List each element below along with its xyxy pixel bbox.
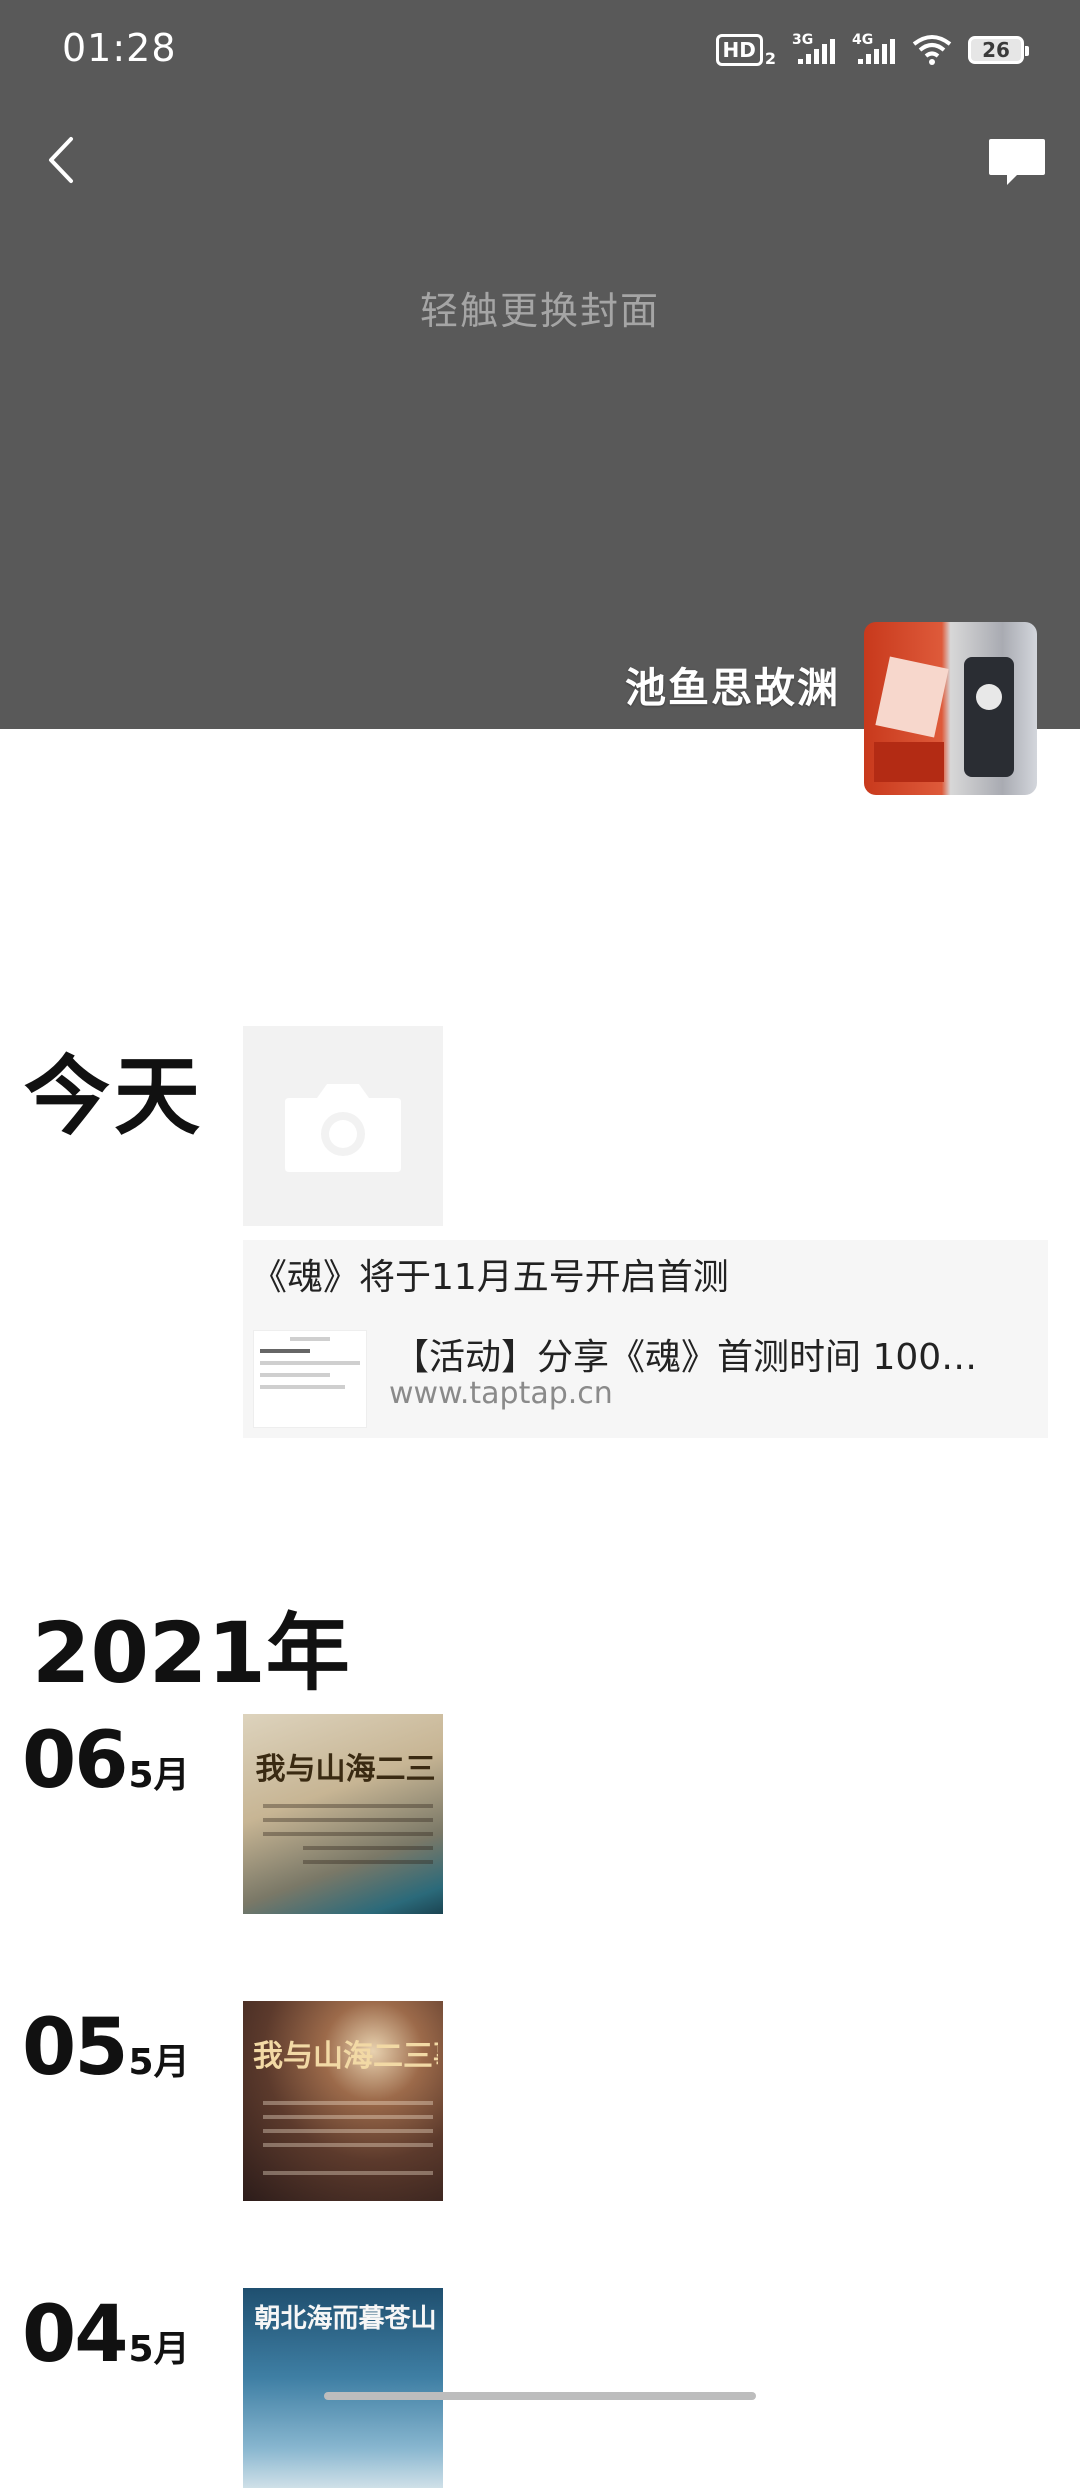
link-thumbnail (253, 1330, 367, 1428)
link-title: 【活动】分享《魂》首测时间 100… (393, 1337, 978, 1378)
username: 池鱼思故渊 (625, 664, 840, 712)
status-bar: 01:28 HD 2 3G 4G 26 (0, 0, 1080, 100)
entry-date: 045月 (22, 2290, 190, 2380)
back-button[interactable] (30, 130, 90, 190)
link-url: www.taptap.cn (389, 1376, 613, 1411)
message-icon (989, 139, 1045, 185)
chevron-left-icon (49, 137, 73, 183)
post-image[interactable]: 我与山海二三事 (243, 2001, 443, 2201)
change-cover-hint[interactable]: 轻触更换封面 (0, 280, 1080, 335)
svg-text:3G: 3G (792, 32, 813, 48)
status-time: 01:28 (62, 26, 177, 70)
signal-3g-icon: 3G (792, 32, 836, 68)
year-label: 2021年 (32, 1604, 350, 1702)
shared-link-post[interactable]: 《魂》将于11月五号开启首测 【活动】分享《魂》首测时间 100… www.ta… (243, 1240, 1048, 1438)
profile-header[interactable]: 01:28 HD 2 3G 4G 26 轻触更换封面 池鱼思故渊 (0, 0, 1080, 729)
post-image[interactable]: 朝北海而暮苍山 (243, 2288, 443, 2488)
signal-4g-icon: 4G (852, 32, 896, 68)
wifi-icon (912, 34, 952, 66)
svg-text:4G: 4G (852, 32, 873, 48)
status-icons: HD 2 3G 4G 26 (715, 28, 1029, 72)
avatar[interactable] (864, 622, 1037, 795)
message-button[interactable] (984, 130, 1050, 196)
link-preview[interactable]: 【活动】分享《魂》首测时间 100… www.taptap.cn (243, 1310, 1048, 1438)
post-photo-button[interactable] (243, 1026, 443, 1226)
hd-icon: HD 2 (715, 32, 776, 68)
post-caption: 《魂》将于11月五号开启首测 (251, 1257, 729, 1298)
home-indicator[interactable] (324, 2392, 756, 2400)
battery-icon: 26 (968, 36, 1029, 64)
post-image[interactable]: 我与山海二三 (243, 1714, 443, 1914)
camera-icon (285, 1084, 401, 1172)
entry-date: 065月 (22, 1716, 190, 1806)
entry-date: 055月 (22, 2003, 190, 2093)
today-label: 今天 (24, 1047, 204, 1147)
